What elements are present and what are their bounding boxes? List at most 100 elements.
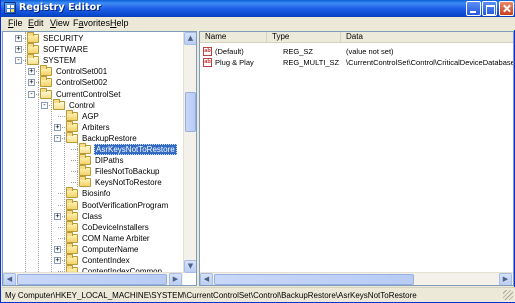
menu-help[interactable]: Help bbox=[110, 18, 129, 28]
folder-icon bbox=[53, 98, 65, 110]
tree-node-label: CurrentControlSet bbox=[56, 89, 121, 99]
folder-icon bbox=[66, 109, 78, 121]
tree-guide-line bbox=[51, 99, 52, 282]
collapse-icon[interactable]: - bbox=[28, 90, 35, 98]
folder-icon bbox=[66, 220, 78, 232]
expand-icon[interactable]: + bbox=[54, 257, 61, 264]
tree-node-label: AsrKeysNotToRestore bbox=[94, 144, 177, 155]
value-type: REG_MULTI_SZ bbox=[283, 58, 340, 67]
tree-node-label: Class bbox=[82, 211, 103, 221]
folder-icon bbox=[66, 254, 78, 265]
tree-guide-line bbox=[25, 32, 26, 282]
value-row[interactable]: ab (Default) REG_SZ (value not set) bbox=[200, 46, 513, 57]
scroll-right-button[interactable]: ▶ bbox=[169, 273, 182, 285]
tree-node-label: DIPaths bbox=[95, 156, 124, 166]
column-header-name[interactable]: Name bbox=[200, 32, 267, 43]
scroll-thumb[interactable] bbox=[185, 92, 196, 132]
expand-icon[interactable]: + bbox=[54, 123, 61, 131]
collapse-icon[interactable]: - bbox=[54, 134, 61, 142]
value-name: (Default) bbox=[215, 47, 244, 56]
column-header-data[interactable]: Data bbox=[341, 32, 513, 43]
value-data: \CurrentControlSet\Control\CriticalDevic… bbox=[346, 58, 514, 67]
registry-editor-window: Registry Editor File Edit View Favorites… bbox=[0, 0, 515, 303]
column-header-type[interactable]: Type bbox=[267, 32, 341, 43]
tree-connector bbox=[58, 193, 65, 195]
scroll-up-button[interactable]: ▲ bbox=[184, 32, 196, 45]
tree-node-label: COM Name Arbiter bbox=[82, 233, 150, 243]
tree-node-label: CoDeviceInstallers bbox=[82, 222, 149, 232]
expand-icon[interactable]: + bbox=[28, 79, 35, 87]
menu-edit[interactable]: Edit bbox=[28, 18, 44, 28]
tree-connector bbox=[58, 115, 65, 117]
registry-editor-icon bbox=[4, 2, 16, 14]
close-button[interactable] bbox=[499, 1, 514, 16]
tree-node-label: Arbiters bbox=[82, 122, 110, 132]
value-row[interactable]: ab Plug & Play REG_MULTI_SZ \CurrentCont… bbox=[200, 57, 514, 68]
menu-bar: File Edit View Favorites Help bbox=[2, 17, 515, 30]
expand-icon[interactable]: + bbox=[15, 35, 22, 42]
scroll-right-button[interactable]: ▶ bbox=[499, 273, 512, 285]
string-value-icon: ab bbox=[203, 47, 212, 56]
tree-node-label: BootVerificationProgram bbox=[82, 200, 169, 210]
tree-node-label: Control bbox=[69, 100, 95, 110]
tree-node-label: BackupRestore bbox=[82, 133, 137, 143]
tree-vertical-scrollbar[interactable]: ▲ ▼ bbox=[183, 32, 196, 273]
menu-view[interactable]: View bbox=[50, 18, 69, 28]
menu-file[interactable]: File bbox=[8, 18, 23, 28]
tree-node-label: AGP bbox=[82, 111, 99, 121]
tree-node-label: ComputerName bbox=[82, 244, 139, 254]
status-path: My Computer\HKEY_LOCAL_MACHINE\SYSTEM\Cu… bbox=[5, 291, 417, 300]
folder-icon bbox=[66, 231, 78, 243]
tree-connector bbox=[58, 226, 65, 228]
collapse-icon[interactable]: - bbox=[41, 101, 48, 109]
tree-node-label: KeysNotToRestore bbox=[95, 178, 162, 188]
tree-guide-line bbox=[38, 66, 39, 282]
tree-node-label: ControlSet002 bbox=[56, 78, 108, 88]
tree-connector bbox=[71, 149, 78, 150]
minimize-button[interactable] bbox=[466, 1, 481, 16]
title-bar[interactable]: Registry Editor bbox=[1, 0, 515, 17]
resize-grip[interactable] bbox=[503, 290, 513, 300]
scroll-thumb[interactable] bbox=[17, 274, 167, 285]
scroll-down-button[interactable]: ▼ bbox=[184, 260, 196, 273]
string-value-icon: ab bbox=[203, 58, 212, 67]
tree-node-label: ControlSet001 bbox=[56, 67, 108, 77]
folder-icon bbox=[40, 65, 52, 77]
folder-icon bbox=[66, 242, 78, 254]
folder-icon bbox=[66, 120, 78, 132]
tree-node-label: SYSTEM bbox=[43, 56, 76, 66]
expand-icon[interactable]: + bbox=[54, 212, 61, 220]
expand-icon[interactable]: + bbox=[28, 68, 35, 76]
tree-node-label: SECURITY bbox=[43, 34, 84, 43]
scroll-left-button[interactable]: ◀ bbox=[200, 273, 213, 285]
folder-icon bbox=[66, 209, 78, 221]
tree-connector bbox=[71, 171, 78, 173]
scroll-left-button[interactable]: ◀ bbox=[3, 273, 16, 285]
folder-icon bbox=[40, 76, 52, 88]
value-type: REG_SZ bbox=[283, 47, 314, 56]
tree-connector bbox=[58, 237, 65, 239]
tree-node-label: ContentIndex bbox=[82, 256, 130, 265]
folder-icon bbox=[79, 143, 91, 154]
folder-icon bbox=[79, 176, 91, 188]
folder-icon bbox=[27, 54, 39, 66]
expand-icon[interactable]: + bbox=[15, 46, 22, 54]
tree-connector bbox=[71, 182, 78, 184]
expand-icon[interactable]: + bbox=[54, 245, 61, 253]
folder-icon bbox=[40, 87, 52, 99]
tree-horizontal-scrollbar[interactable]: ◀ ▶ bbox=[3, 272, 183, 285]
collapse-icon[interactable]: - bbox=[15, 57, 22, 65]
registry-tree[interactable]: SECURITY + SOFTWARE + SYSTEM - ControlSet001 + C… bbox=[2, 31, 197, 286]
tree-connector bbox=[71, 160, 78, 162]
tree-node-label: SOFTWARE bbox=[43, 45, 89, 55]
folder-icon bbox=[27, 43, 39, 55]
scroll-thumb[interactable] bbox=[214, 274, 414, 285]
values-horizontal-scrollbar[interactable]: ◀ ▶ bbox=[200, 272, 513, 285]
maximize-button[interactable] bbox=[482, 1, 497, 16]
value-data: (value not set) bbox=[346, 47, 394, 56]
menu-favorites[interactable]: Favorites bbox=[73, 18, 110, 28]
values-list[interactable]: Name Type Data ab (Default) REG_SZ (valu… bbox=[199, 31, 514, 286]
folder-icon bbox=[66, 187, 78, 199]
tree-node-label: Biosinfo bbox=[82, 189, 111, 199]
folder-icon bbox=[79, 154, 91, 166]
